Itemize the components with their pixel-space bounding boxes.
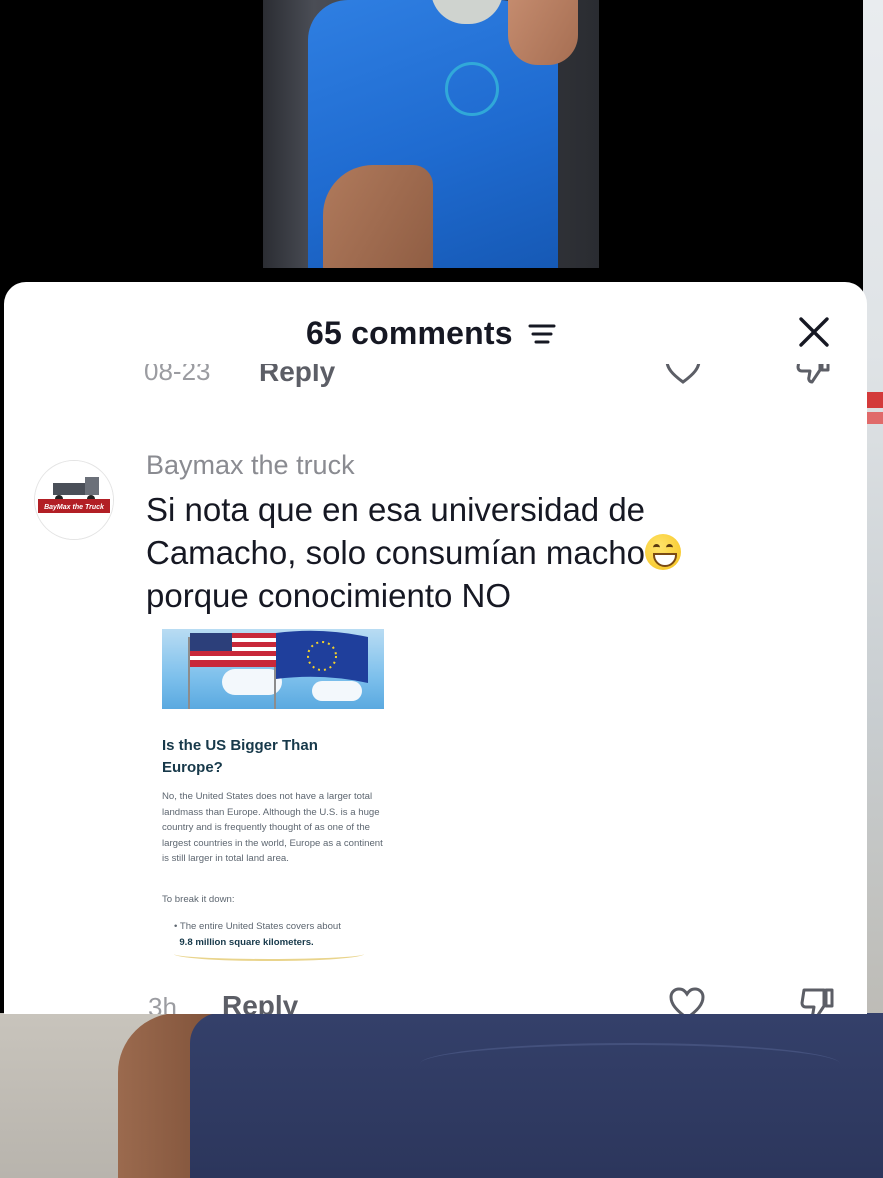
heart-icon[interactable] [664, 364, 702, 386]
previous-reply-button[interactable]: Reply [259, 364, 335, 388]
truck-logo-icon: BayMax the Truck [35, 461, 113, 539]
comment-text-main: Si nota que en esa universidad de Camach… [146, 491, 646, 571]
comment-username[interactable]: Baymax the truck [146, 450, 355, 481]
dislike-icon[interactable] [798, 986, 836, 1014]
attachment-bullet: • The entire United States covers about … [174, 921, 341, 948]
attachment-title: Is the US Bigger Than Europe? [162, 737, 318, 776]
shirt-logo [445, 62, 499, 116]
heart-icon[interactable] [668, 986, 706, 1014]
previous-comment-date: 08-23 [144, 364, 211, 386]
flags-photo [162, 629, 384, 709]
comment-time: 3h [148, 992, 177, 1014]
video-frame-top [263, 0, 599, 268]
comment-text: Si nota que en esa universidad de Camach… [146, 488, 766, 617]
comment-meta: 3h Reply [4, 982, 867, 1014]
attachment-bullet-text: The entire United States covers about [179, 921, 341, 932]
video-hand [508, 0, 578, 65]
filter-icon[interactable] [526, 320, 556, 348]
attachment-bullet-highlight: 9.8 million square kilometers. [179, 936, 314, 948]
attachment-body: No, the United States does not have a la… [162, 791, 383, 864]
comments-panel: 65 comments 08-23 Reply BayMax the Truck… [4, 282, 867, 1014]
previous-comment-meta: 08-23 Reply [4, 364, 867, 404]
video-arm [323, 165, 433, 268]
reply-button[interactable]: Reply [222, 990, 298, 1014]
shirt-fold [420, 1043, 840, 1085]
video-frame-bottom [0, 1013, 883, 1178]
comments-header: 65 comments [4, 282, 867, 377]
dislike-icon[interactable] [794, 364, 832, 386]
comment-text-end: porque conocimiento NO [146, 577, 512, 614]
comments-count-title: 65 comments [306, 315, 513, 351]
attachment-subheading: To break it down: [162, 894, 235, 905]
close-icon[interactable] [794, 312, 834, 352]
svg-text:BayMax the Truck: BayMax the Truck [44, 504, 105, 511]
attached-screenshot[interactable]: Is the US Bigger Than Europe? No, the Un… [162, 629, 384, 979]
grinning-face-emoji [644, 534, 681, 570]
avatar[interactable]: BayMax the Truck [34, 460, 114, 540]
video-shirt-bottom [190, 1013, 883, 1178]
highlight-underline [174, 947, 364, 961]
